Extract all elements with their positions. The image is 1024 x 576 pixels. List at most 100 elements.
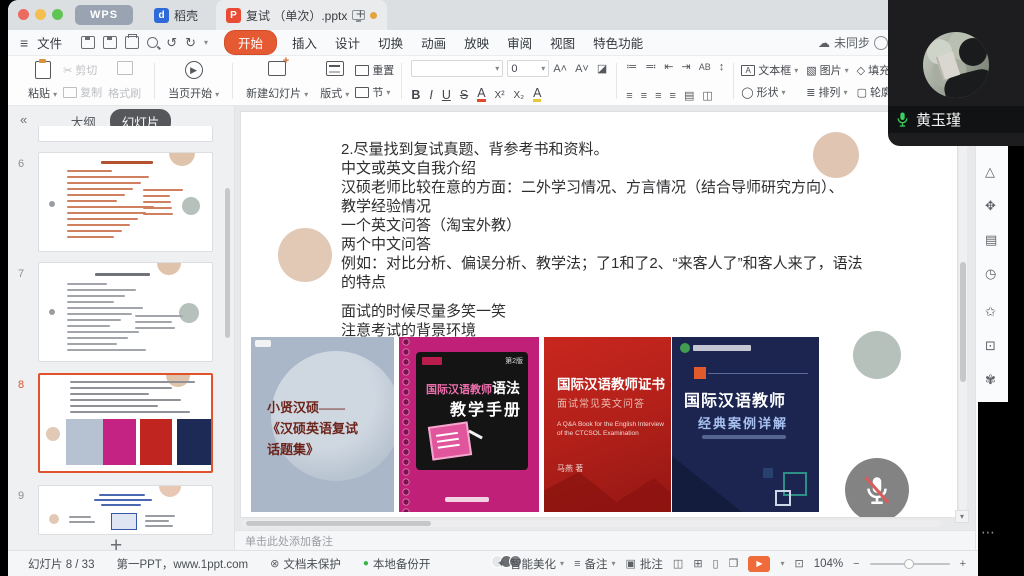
comment-button[interactable]: ▣批注 bbox=[626, 556, 663, 572]
ribbon-tab-features[interactable]: 特色功能 bbox=[584, 30, 652, 55]
cut-button[interactable]: ✂剪切 bbox=[63, 62, 102, 78]
protection-status[interactable]: ⊗文档未保护 bbox=[270, 556, 341, 572]
smart-beautify-button[interactable]: ✦智能美化▾ bbox=[497, 556, 564, 572]
thumbnail-slide6[interactable] bbox=[38, 152, 213, 252]
collapse-panel-icon[interactable]: « bbox=[20, 112, 27, 127]
slide-layout-button[interactable]: 版式 ▾ bbox=[314, 59, 355, 103]
strikethrough-button[interactable]: S bbox=[460, 88, 468, 102]
italic-button[interactable]: I bbox=[429, 88, 432, 102]
scroll-down-button[interactable]: ▾ bbox=[955, 510, 969, 523]
ribbon-tab-start[interactable]: 开始 bbox=[224, 30, 277, 55]
subscript-button[interactable]: X₂ bbox=[514, 90, 525, 101]
distribute-icon[interactable]: ▤ bbox=[684, 89, 694, 102]
ribbon-tab-design[interactable]: 设计 bbox=[326, 30, 369, 55]
zoom-level[interactable]: 104% bbox=[814, 558, 843, 570]
textbox-button[interactable]: A文本框 ▾ bbox=[741, 62, 798, 78]
redo-icon[interactable]: ↻ bbox=[185, 35, 196, 51]
thumbnail-slide8-selected[interactable] bbox=[38, 373, 213, 473]
account-avatar-icon[interactable] bbox=[874, 36, 888, 50]
sync-status[interactable]: ☁ 未同步 bbox=[818, 34, 874, 51]
slideshow-play-button[interactable]: ▶ bbox=[748, 556, 770, 572]
bullet-list-icon[interactable]: ≔ bbox=[626, 60, 637, 73]
vertical-scrollbar[interactable] bbox=[959, 112, 967, 510]
align-center-icon[interactable]: ≡ bbox=[641, 90, 647, 102]
print-icon[interactable] bbox=[125, 36, 139, 49]
notes-bar[interactable]: 单击此处添加备注 bbox=[235, 530, 975, 550]
more-options-icon[interactable]: ⋯ bbox=[981, 524, 996, 541]
columns-icon[interactable]: ◫ bbox=[702, 89, 712, 102]
preview-icon[interactable] bbox=[147, 37, 158, 48]
close-traffic-light[interactable] bbox=[18, 9, 29, 20]
superscript-button[interactable]: X² bbox=[495, 90, 505, 101]
normal-view-icon[interactable]: ◫ bbox=[673, 557, 683, 570]
image-library-icon[interactable]: ▤ bbox=[985, 232, 997, 248]
slide-sorter-icon[interactable]: ⊞ bbox=[693, 557, 702, 570]
increase-font-icon[interactable]: A˄ bbox=[553, 63, 567, 75]
history-icon[interactable]: ◷ bbox=[985, 266, 996, 282]
ribbon-tab-animation[interactable]: 动画 bbox=[412, 30, 455, 55]
reset-button[interactable]: 重置 bbox=[355, 62, 394, 78]
bold-button[interactable]: B bbox=[411, 88, 420, 102]
decrease-indent-icon[interactable]: ⇤ bbox=[664, 60, 673, 73]
backup-status[interactable]: ●本地备份开 bbox=[363, 556, 431, 572]
horizontal-scrollbar[interactable] bbox=[241, 520, 941, 527]
menu-file[interactable]: 文件 bbox=[28, 30, 71, 55]
notes-button[interactable]: ≡备注▾ bbox=[574, 556, 615, 572]
justify-icon[interactable]: ≡ bbox=[670, 90, 676, 102]
fit-screen-icon[interactable]: ⊡ bbox=[794, 557, 803, 570]
font-color-button[interactable]: A bbox=[477, 88, 485, 102]
align-right-icon[interactable]: ≡ bbox=[655, 90, 661, 102]
wps-home-button[interactable]: WPS bbox=[75, 5, 133, 25]
increase-indent-icon[interactable]: ⇥ bbox=[681, 60, 690, 73]
minimize-traffic-light[interactable] bbox=[35, 9, 46, 20]
copy-button[interactable]: 复制 bbox=[63, 84, 102, 100]
new-slide-button[interactable]: 新建幻灯片 ▾ bbox=[240, 59, 314, 103]
hamburger-menu-icon[interactable]: ≡ bbox=[20, 35, 28, 51]
new-tab-button[interactable]: + bbox=[356, 6, 365, 23]
decrease-font-icon[interactable]: A˅ bbox=[575, 63, 589, 75]
slide[interactable]: 2.尽量找到复试真题、背参考书和资料。 中文或英文自我介绍 汉硕老师比较在意的方… bbox=[241, 112, 957, 517]
slide-text-box[interactable]: 2.尽量找到复试真题、背参考书和资料。 中文或英文自我介绍 汉硕老师比较在意的方… bbox=[341, 140, 863, 340]
picture-button[interactable]: ▧图片 ▾ bbox=[806, 62, 848, 78]
play-from-current-button[interactable]: ▶ 当页开始 ▾ bbox=[162, 59, 225, 103]
ribbon-tab-review[interactable]: 审阅 bbox=[498, 30, 541, 55]
thumbnail-slide5-partial[interactable] bbox=[38, 126, 213, 142]
zoom-slider-knob[interactable] bbox=[904, 559, 914, 569]
font-family-select[interactable]: ▾ bbox=[411, 60, 503, 77]
thumbnail-slide9[interactable] bbox=[38, 485, 213, 535]
zoom-slider[interactable] bbox=[870, 563, 950, 565]
paste-button[interactable]: 粘贴 ▾ bbox=[22, 59, 63, 103]
slides-pane-icon[interactable]: ⊡ bbox=[985, 338, 996, 354]
font-size-select[interactable]: 0▾ bbox=[507, 60, 549, 77]
format-painter-button[interactable]: 格式刷 bbox=[102, 59, 147, 103]
text-direction-icon[interactable]: AB bbox=[699, 62, 711, 72]
shapes-button[interactable]: ◯形状 ▾ bbox=[741, 84, 798, 100]
docer-resources-icon[interactable]: ✥ bbox=[985, 198, 996, 214]
line-spacing-icon[interactable]: ↕ bbox=[719, 61, 725, 73]
ribbon-tab-insert[interactable]: 插入 bbox=[283, 30, 326, 55]
zoom-out-icon[interactable]: − bbox=[853, 558, 859, 570]
panel-scrollbar[interactable] bbox=[225, 188, 230, 338]
numbered-list-icon[interactable]: ≕ bbox=[645, 60, 656, 73]
effects-icon[interactable]: ✩ bbox=[985, 304, 996, 320]
ribbon-tab-slideshow[interactable]: 放映 bbox=[455, 30, 498, 55]
align-left-icon[interactable]: ≡ bbox=[626, 90, 632, 102]
microphone-muted-button[interactable] bbox=[845, 458, 909, 517]
docer-tab[interactable]: d 稻壳 bbox=[144, 0, 208, 30]
section-button[interactable]: 节 ▾ bbox=[355, 84, 394, 100]
video-call-overlay[interactable]: 黄玉瑾 bbox=[888, 0, 1024, 146]
reading-view-icon[interactable]: ▯ bbox=[713, 557, 719, 570]
highlight-button[interactable]: A bbox=[533, 88, 541, 102]
play-options-icon[interactable]: ▾ bbox=[780, 559, 784, 568]
ribbon-tab-view[interactable]: 视图 bbox=[541, 30, 584, 55]
clipboard-view-icon[interactable]: ❐ bbox=[729, 557, 739, 570]
vscroll-thumb[interactable] bbox=[960, 262, 966, 382]
export-icon[interactable] bbox=[103, 36, 117, 49]
qat-dropdown-icon[interactable]: ▾ bbox=[204, 38, 208, 47]
underline-button[interactable]: U bbox=[442, 88, 451, 102]
properties-icon[interactable]: △ bbox=[985, 164, 995, 180]
assets-icon[interactable]: ✾ bbox=[985, 372, 996, 388]
arrange-button[interactable]: ≣排列 ▾ bbox=[806, 84, 848, 100]
clear-format-icon[interactable]: ◪ bbox=[597, 62, 607, 75]
thumbnail-slide7[interactable] bbox=[38, 262, 213, 362]
